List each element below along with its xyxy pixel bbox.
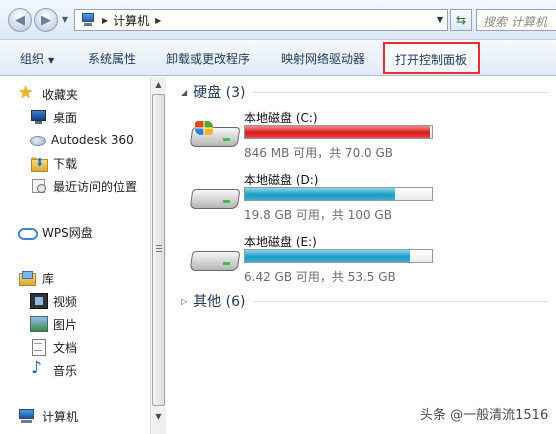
- drive-item[interactable]: 本地磁盘 (D:) 19.8 GB 可用，共 100 GB: [189, 171, 439, 223]
- nav-item-wps-drive[interactable]: WPS网盘: [18, 223, 93, 241]
- nav-item-label: 收藏夹: [42, 87, 79, 102]
- group-header-hard-disks[interactable]: ◢ 硬盘 (3): [181, 82, 245, 102]
- drive-usage-fill: [245, 188, 395, 200]
- nav-item-desktop[interactable]: 桌面: [30, 108, 77, 126]
- nav-item-label: 文档: [53, 340, 78, 355]
- navigation-scrollbar[interactable]: ▲ ▼: [150, 77, 166, 434]
- nav-item-videos[interactable]: 视频: [30, 292, 77, 310]
- nav-item-label: Autodesk 360: [51, 133, 134, 147]
- path-box[interactable]: ▶ 计算机 ▶ ▼: [74, 9, 448, 31]
- search-input[interactable]: 搜索 计算机: [476, 9, 556, 31]
- nav-item-label: 库: [42, 271, 55, 286]
- drive-usage-bar: [244, 249, 433, 263]
- group-header-other[interactable]: ▷ 其他 (6): [181, 291, 245, 311]
- system-drive-icon: [189, 121, 241, 149]
- nav-item-autodesk[interactable]: Autodesk 360: [30, 131, 134, 149]
- library-icon: [18, 270, 36, 286]
- system-properties-button[interactable]: 系统属性: [88, 50, 136, 67]
- nav-item-pictures[interactable]: 图片: [30, 315, 77, 333]
- chevron-right-icon[interactable]: ▶: [155, 16, 161, 25]
- back-button[interactable]: ◀: [8, 8, 32, 32]
- group-divider: [253, 92, 548, 93]
- collapse-triangle-icon[interactable]: ◢: [181, 88, 187, 97]
- drive-item[interactable]: 本地磁盘 (E:) 6.42 GB 可用，共 53.5 GB: [189, 233, 439, 285]
- open-control-panel-button[interactable]: 打开控制面板: [383, 42, 480, 74]
- chevron-down-icon: ▼: [48, 56, 55, 65]
- nav-item-label: 图片: [53, 317, 78, 332]
- scroll-up-icon[interactable]: ▲: [151, 77, 166, 93]
- music-icon: [30, 358, 48, 378]
- hard-drive-icon: [189, 245, 241, 273]
- open-control-panel-label: 打开控制面板: [395, 53, 468, 67]
- nav-item-documents[interactable]: 文档: [30, 338, 77, 356]
- arrow-left-icon: ◀: [15, 12, 25, 28]
- command-toolbar: 组织 ▼ 系统属性 卸载或更改程序 映射网络驱动器 打开控制面板: [0, 40, 556, 76]
- computer-icon: [80, 13, 96, 27]
- drive-item[interactable]: 本地磁盘 (C:) 846 MB 可用，共 70.0 GB: [189, 109, 439, 161]
- drive-name: 本地磁盘 (D:): [244, 173, 319, 187]
- drive-usage-bar: [244, 125, 433, 139]
- nav-item-label: 音乐: [53, 363, 78, 378]
- nav-item-libraries[interactable]: 库: [18, 269, 54, 287]
- drive-usage-fill: [245, 250, 410, 262]
- group-divider: [253, 301, 548, 302]
- drive-free-space: 19.8 GB 可用，共 100 GB: [244, 208, 392, 222]
- video-icon: [30, 293, 48, 309]
- scrollbar-thumb[interactable]: [152, 94, 165, 406]
- grip-icon: [156, 245, 162, 252]
- nav-item-label: 计算机: [42, 409, 79, 424]
- nav-item-label: WPS网盘: [42, 225, 93, 240]
- nav-item-label: 下载: [53, 156, 78, 171]
- drive-name: 本地磁盘 (E:): [244, 235, 317, 249]
- arrow-right-icon: ▶: [41, 12, 51, 28]
- recent-places-icon: [30, 178, 48, 194]
- nav-item-downloads[interactable]: ⬇ 下载: [30, 154, 77, 172]
- expand-triangle-icon[interactable]: ▷: [181, 297, 187, 306]
- breadcrumb-computer[interactable]: 计算机: [113, 12, 149, 29]
- navigation-pane: 收藏夹 桌面 Autodesk 360 ⬇ 下载 最近访问的位置 WPS网盘 库…: [0, 77, 166, 434]
- nav-item-recent-places[interactable]: 最近访问的位置: [30, 177, 137, 195]
- nav-item-favorites[interactable]: 收藏夹: [18, 83, 79, 103]
- address-bar: ◀ ▶ ▼ ▶ 计算机 ▶ ▼ ⇆ 搜索 计算机: [0, 0, 556, 40]
- uninstall-program-button[interactable]: 卸载或更改程序: [166, 50, 250, 67]
- drive-usage-fill: [245, 126, 431, 138]
- cloud-icon: [30, 136, 46, 146]
- recent-pages-dropdown[interactable]: ▼: [60, 15, 70, 25]
- drive-free-space: 846 MB 可用，共 70.0 GB: [244, 146, 393, 160]
- hard-drive-icon: [189, 183, 241, 211]
- drive-name: 本地磁盘 (C:): [244, 111, 318, 125]
- watermark-text: 头条 @一般清流1516: [420, 408, 549, 423]
- cloud-drive-icon: [18, 225, 38, 241]
- computer-icon: [18, 408, 36, 424]
- map-network-drive-button[interactable]: 映射网络驱动器: [281, 50, 365, 67]
- group-header-label: 硬盘 (3): [193, 85, 246, 101]
- nav-item-music[interactable]: 音乐: [30, 358, 78, 379]
- scroll-down-icon[interactable]: ▼: [151, 409, 166, 425]
- nav-item-label: 最近访问的位置: [53, 179, 138, 194]
- picture-icon: [30, 316, 48, 332]
- nav-item-label: 桌面: [53, 110, 78, 125]
- group-header-label: 其他 (6): [193, 294, 246, 310]
- drive-free-space: 6.42 GB 可用，共 53.5 GB: [244, 270, 396, 284]
- nav-item-computer[interactable]: 计算机: [18, 407, 78, 425]
- desktop-icon: [30, 109, 48, 125]
- refresh-button[interactable]: ⇆: [450, 9, 472, 31]
- download-folder-icon: ⬇: [30, 155, 48, 172]
- document-icon: [30, 339, 48, 356]
- content-pane: ◢ 硬盘 (3) 本地磁盘 (C:) 846 MB 可用，共 70.0 GB 本…: [167, 77, 556, 434]
- star-icon: [18, 83, 36, 103]
- chevron-right-icon[interactable]: ▶: [102, 16, 108, 25]
- nav-item-label: 视频: [53, 294, 78, 309]
- refresh-icon: ⇆: [455, 13, 467, 27]
- drive-usage-bar: [244, 187, 433, 201]
- forward-button[interactable]: ▶: [34, 8, 58, 32]
- chevron-down-icon[interactable]: ▼: [437, 15, 443, 24]
- organize-label: 组织: [20, 52, 45, 66]
- organize-button[interactable]: 组织 ▼: [20, 50, 54, 67]
